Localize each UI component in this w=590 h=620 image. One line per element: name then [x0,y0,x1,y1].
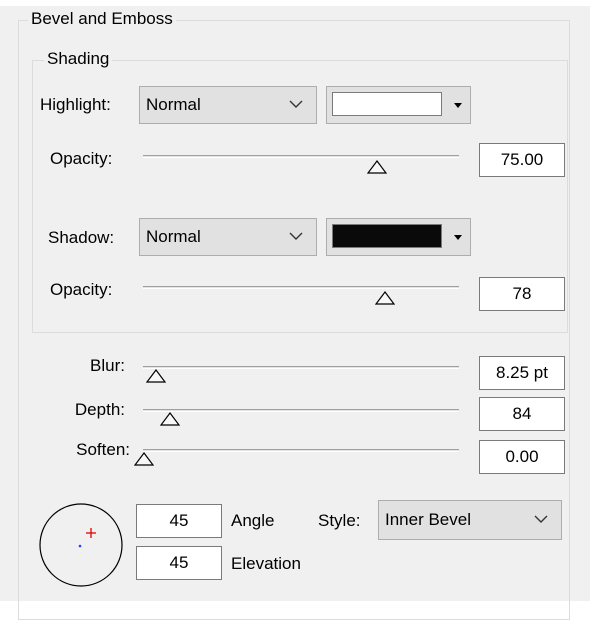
chevron-down-icon [534,515,548,523]
style-value: Inner Bevel [385,510,471,529]
blur-label: Blur: [90,356,125,375]
highlight-color-button[interactable] [326,86,471,124]
chevron-down-icon [289,100,303,108]
style-label: Style: [318,511,361,530]
shadow-mode-select[interactable]: Normal [139,218,317,256]
shadow-opacity-value: 78 [512,284,532,303]
highlight-opacity-label: Opacity: [50,149,113,168]
depth-track[interactable] [143,409,459,412]
triangle-thumb-icon[interactable] [367,160,387,174]
blur-input[interactable]: 8.25 pt [479,356,565,390]
highlight-opacity-track[interactable] [143,155,459,158]
triangle-thumb-icon[interactable] [134,452,154,466]
depth-value: 84 [512,404,532,423]
shadow-opacity-input[interactable]: 78 [479,277,565,311]
highlight-color-swatch [332,92,442,116]
depth-input[interactable]: 84 [479,397,565,431]
highlight-opacity-value: 75.00 [500,150,544,169]
triangle-down-icon [454,235,462,240]
highlight-mode-value: Normal [146,95,201,114]
style-select[interactable]: Inner Bevel [378,500,562,540]
bevel-emboss-panel: Bevel and Emboss Shading Highlight: Norm… [0,0,590,620]
depth-label: Depth: [74,400,125,419]
soften-track[interactable] [143,449,459,452]
soften-input[interactable]: 0.00 [479,440,565,474]
soften-value: 0.00 [505,447,539,466]
top-edge [0,0,590,6]
elevation-label: Elevation [231,554,301,573]
shadow-color-button[interactable] [326,218,471,256]
elevation-value: 45 [169,553,189,572]
shadow-mode-value: Normal [146,227,201,246]
shadow-color-swatch [332,224,442,248]
light-direction-dial-icon[interactable] [36,500,126,590]
angle-value: 45 [169,511,189,530]
highlight-label: Highlight: [40,95,111,114]
triangle-thumb-icon[interactable] [146,369,166,383]
angle-input[interactable]: 45 [136,504,222,538]
angle-label: Angle [231,511,275,530]
highlight-opacity-input[interactable]: 75.00 [479,143,565,177]
bevel-emboss-title: Bevel and Emboss [28,9,176,29]
shadow-label: Shadow: [48,228,115,247]
chevron-down-icon [289,232,303,240]
triangle-thumb-icon[interactable] [375,291,395,305]
highlight-mode-select[interactable]: Normal [139,86,317,124]
shadow-opacity-track[interactable] [143,286,459,289]
shadow-opacity-label: Opacity: [50,280,113,299]
shading-title: Shading [44,49,113,69]
triangle-thumb-icon[interactable] [160,412,180,426]
triangle-down-icon [454,103,462,108]
blur-value: 8.25 pt [496,363,548,382]
blur-track[interactable] [143,366,459,369]
elevation-input[interactable]: 45 [136,546,222,580]
soften-label: Soften: [76,440,130,459]
